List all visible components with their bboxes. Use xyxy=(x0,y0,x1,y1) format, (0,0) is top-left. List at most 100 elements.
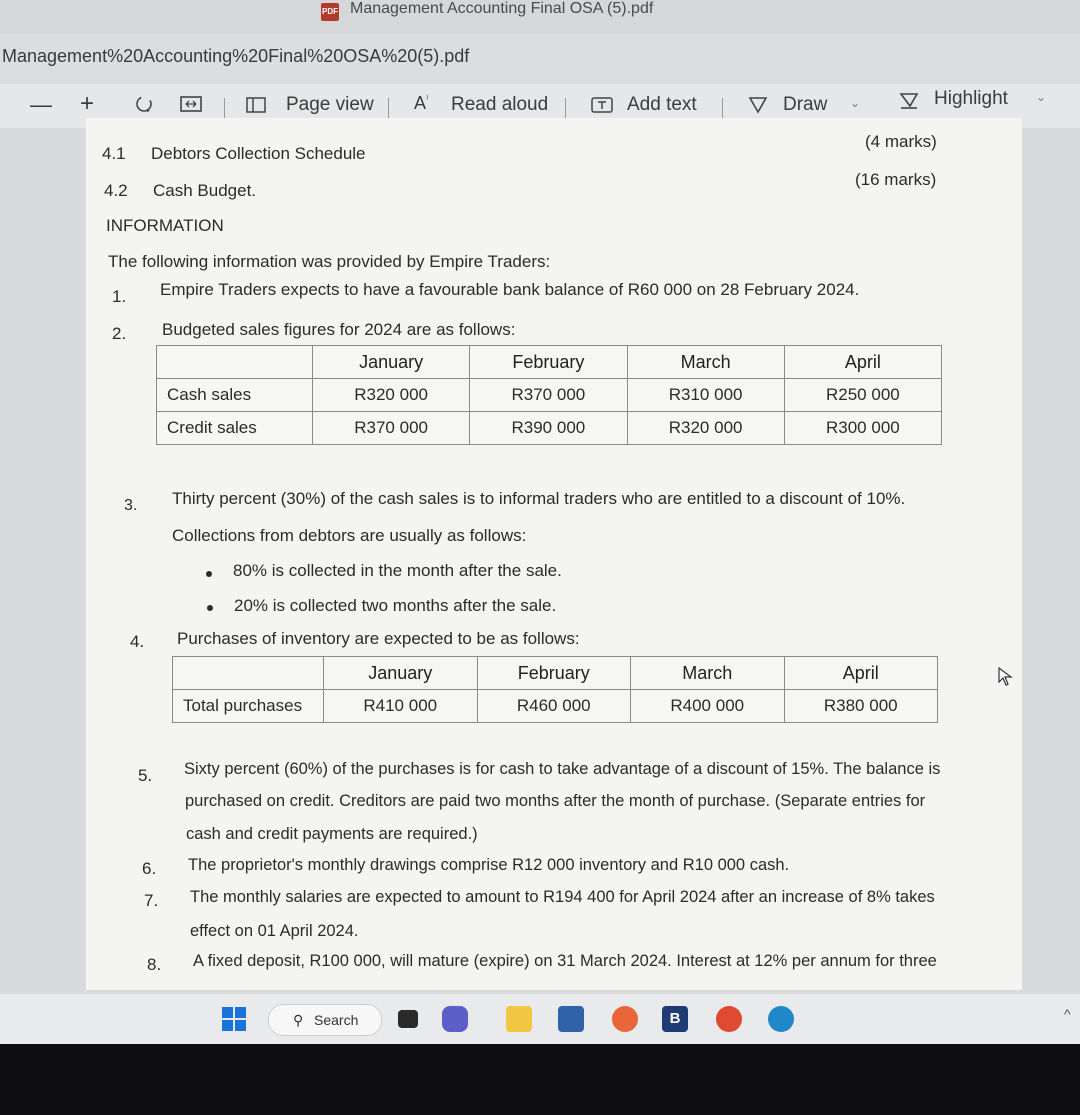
table-header-cell: March xyxy=(630,656,785,690)
table-header-row: January February March April xyxy=(172,656,938,690)
table-header-cell: February xyxy=(476,656,631,690)
item3-number: 3. xyxy=(124,497,138,514)
row-label: Cash sales xyxy=(156,378,313,412)
q42-label: Cash Budget. xyxy=(153,181,257,200)
toolbar-divider xyxy=(224,98,225,118)
bullet-dot xyxy=(206,571,212,577)
item1-text: Empire Traders expects to have a favoura… xyxy=(160,280,860,299)
zoom-in-button[interactable]: + xyxy=(80,90,94,118)
table-header-cell: January xyxy=(311,345,471,379)
item4-text: Purchases of inventory are expected to b… xyxy=(177,629,580,648)
row-label: Credit sales xyxy=(156,411,313,445)
chrome-icon[interactable] xyxy=(716,1006,742,1032)
table-row: Cash sales R320 000 R370 000 R310 000 R2… xyxy=(156,378,943,412)
mouse-cursor-icon xyxy=(998,666,1014,692)
table-cell: R320 000 xyxy=(311,378,471,412)
table-header-row: January February March April xyxy=(156,345,943,379)
highlight-icon xyxy=(898,90,920,116)
item7-line2: effect on 01 April 2024. xyxy=(190,922,359,940)
item7-line1: The monthly salaries are expected to amo… xyxy=(190,888,935,906)
item2-text: Budgeted sales figures for 2024 are as f… xyxy=(162,320,516,339)
table-corner-cell xyxy=(156,345,313,379)
q42-marks: (16 marks) xyxy=(855,170,937,189)
item8-text: A fixed deposit, R100 000, will mature (… xyxy=(193,952,937,970)
edge-icon[interactable] xyxy=(768,1006,794,1032)
windows-start-icon[interactable] xyxy=(221,1006,247,1032)
window-titlebar: PDF Management Accounting Final OSA (5).… xyxy=(0,0,1080,34)
table-header-cell: April xyxy=(783,345,943,379)
item8-number: 8. xyxy=(147,955,162,974)
monitor-bezel xyxy=(0,1044,1080,1115)
add-text-button[interactable]: Add text xyxy=(627,94,697,116)
draw-dropdown-chevron-icon[interactable]: ⌄ xyxy=(850,96,860,110)
item5-line1: Sixty percent (60%) of the purchases is … xyxy=(184,760,941,778)
firefox-icon[interactable] xyxy=(612,1006,638,1032)
info-heading: INFORMATION xyxy=(106,216,224,235)
q41-number: 4.1 xyxy=(102,144,126,163)
highlight-button[interactable]: Highlight xyxy=(934,88,1008,110)
item2-number: 2. xyxy=(112,324,127,343)
read-aloud-icon: A⁾ xyxy=(414,93,429,113)
page-view-icon xyxy=(246,97,266,119)
table-cell: R390 000 xyxy=(469,411,628,445)
table-cell: R370 000 xyxy=(469,378,628,412)
table-cell: R250 000 xyxy=(783,378,943,412)
search-icon: ⚲ xyxy=(293,1012,304,1028)
fit-page-icon[interactable] xyxy=(180,96,202,118)
item5-number: 5. xyxy=(138,766,153,785)
intro-text: The following information was provided b… xyxy=(108,252,551,271)
table-corner-cell xyxy=(172,656,324,690)
sales-table: January February March April Cash sales … xyxy=(156,345,943,445)
search-label: Search xyxy=(314,1012,359,1028)
table-cell: R380 000 xyxy=(783,689,938,723)
table-row: Credit sales R370 000 R390 000 R320 000 … xyxy=(156,411,943,445)
b-app-icon[interactable]: B xyxy=(662,1006,688,1032)
bullet1-text: 80% is collected in the month after the … xyxy=(233,561,562,580)
document-tab[interactable]: Management%20Accounting%20Final%20OSA%20… xyxy=(2,46,469,67)
bullet-dot xyxy=(207,605,213,611)
row-label: Total purchases xyxy=(172,689,324,723)
item4-number: 4. xyxy=(130,632,145,651)
window-title: Management Accounting Final OSA (5).pdf xyxy=(350,0,654,17)
table-row: Total purchases R410 000 R460 000 R400 0… xyxy=(172,689,938,723)
document-tab-bar: Management%20Accounting%20Final%20OSA%20… xyxy=(0,34,1080,84)
table-cell: R400 000 xyxy=(630,689,785,723)
table-cell: R460 000 xyxy=(476,689,631,723)
q41-label: Debtors Collection Schedule xyxy=(151,144,366,163)
rotate-icon[interactable] xyxy=(134,94,154,120)
pdf-file-icon: PDF xyxy=(321,3,339,21)
table-cell: R310 000 xyxy=(626,378,785,412)
toolbar-divider xyxy=(722,98,723,118)
toolbar-divider xyxy=(388,98,389,118)
item5-line2: purchased on credit. Creditors are paid … xyxy=(185,792,926,810)
add-text-icon xyxy=(591,97,613,119)
item3-line1: Thirty percent (30%) of the cash sales i… xyxy=(172,489,906,508)
highlight-dropdown-chevron-icon[interactable]: ⌄ xyxy=(1036,90,1046,104)
item1-number: 1. xyxy=(112,287,127,306)
pdf-page: 4.1 Debtors Collection Schedule (4 marks… xyxy=(86,118,1022,990)
taskbar-search-box[interactable]: ⚲ Search xyxy=(268,1004,382,1036)
draw-icon xyxy=(748,96,768,120)
store-app-icon[interactable] xyxy=(558,1006,584,1032)
item5-line3: cash and credit payments are required.) xyxy=(186,825,478,843)
tray-chevron-up-icon[interactable]: ^ xyxy=(1064,1006,1071,1022)
page-view-button[interactable]: Page view xyxy=(286,94,374,116)
table-header-cell: February xyxy=(469,345,628,379)
table-cell: R410 000 xyxy=(323,689,478,723)
chat-app-icon[interactable] xyxy=(442,1006,468,1032)
table-cell: R300 000 xyxy=(783,411,943,445)
item7-number: 7. xyxy=(144,891,159,910)
zoom-out-button[interactable]: — xyxy=(30,92,52,118)
table-cell: R320 000 xyxy=(626,411,785,445)
draw-button[interactable]: Draw xyxy=(783,94,827,116)
table-header-cell: January xyxy=(323,656,478,690)
toolbar-divider xyxy=(565,98,566,118)
q41-marks: (4 marks) xyxy=(865,132,937,151)
task-view-icon[interactable] xyxy=(398,1010,418,1028)
file-explorer-icon[interactable] xyxy=(506,1006,532,1032)
table-cell: R370 000 xyxy=(311,411,471,445)
read-aloud-button[interactable]: Read aloud xyxy=(451,94,548,116)
item3-line2: Collections from debtors are usually as … xyxy=(172,526,527,545)
q42-number: 4.2 xyxy=(104,181,128,200)
table-header-cell: March xyxy=(626,345,785,379)
